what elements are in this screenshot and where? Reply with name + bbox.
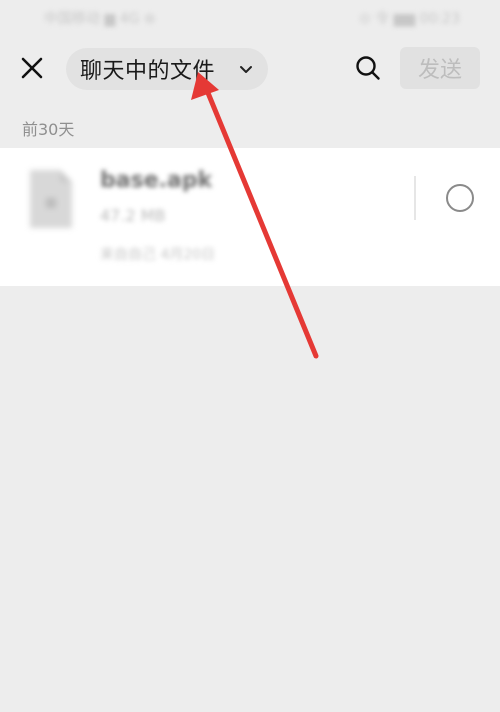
close-button[interactable] — [16, 52, 48, 84]
page-title: 聊天中的文件 — [80, 59, 216, 84]
status-bar-right: ⊙ 令 ▆▆ 00:23 — [359, 11, 460, 27]
apk-file-icon — [30, 170, 72, 228]
row-divider — [414, 176, 416, 220]
select-radio[interactable] — [446, 184, 474, 212]
annotation-arrow — [191, 72, 319, 359]
file-meta: 来自自己 4月20日 — [100, 247, 216, 263]
status-bar: 中国移动 ▆ 4G ⊜ ⊙ 令 ▆▆ 00:23 — [0, 0, 500, 36]
send-button[interactable]: 发送 — [400, 47, 480, 89]
file-list-item[interactable]: base.apk 47.2 MB 来自自己 4月20日 — [0, 148, 500, 286]
section-label: 前30天 — [22, 120, 75, 139]
file-size: 47.2 MB — [100, 206, 166, 225]
header: 聊天中的文件 发送 — [0, 40, 500, 98]
search-icon — [356, 56, 380, 80]
search-button[interactable] — [354, 54, 382, 82]
close-icon — [21, 57, 43, 79]
file-name: base.apk — [100, 168, 213, 193]
file-source-dropdown[interactable]: 聊天中的文件 — [66, 48, 268, 90]
status-bar-left: 中国移动 ▆ 4G ⊜ — [44, 11, 156, 27]
chevron-down-icon — [240, 66, 252, 73]
